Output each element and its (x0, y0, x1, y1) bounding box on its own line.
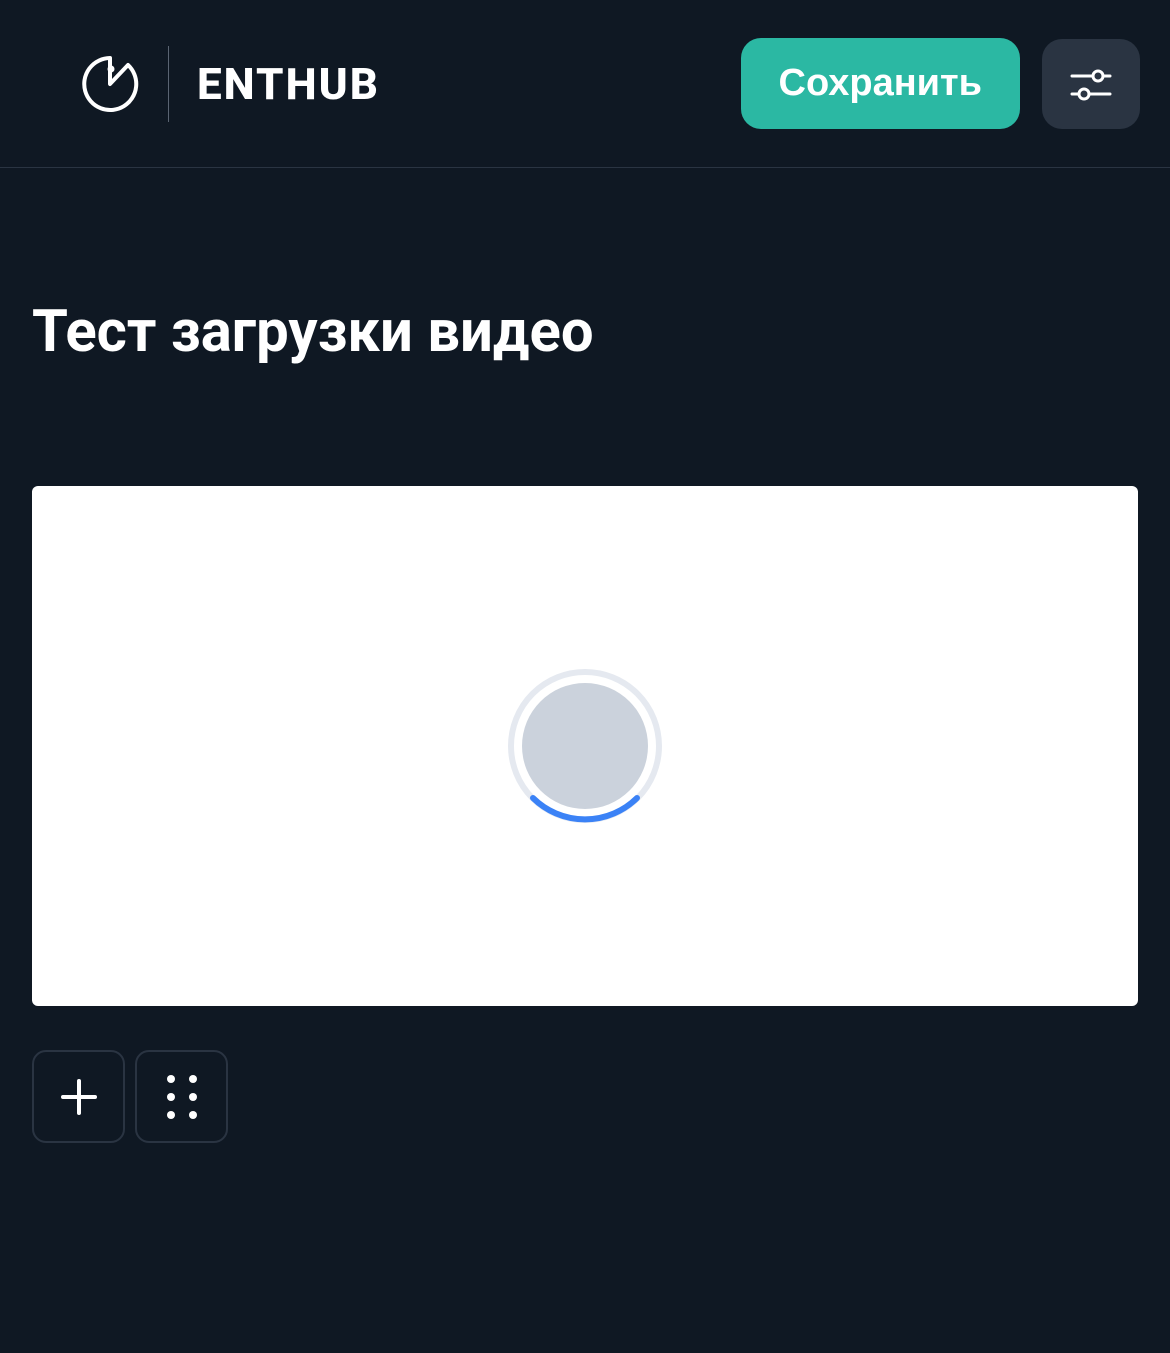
add-button[interactable] (32, 1050, 125, 1143)
spinner-fill (522, 683, 648, 809)
settings-button[interactable] (1042, 39, 1140, 129)
drag-dots-icon (167, 1075, 197, 1119)
header-actions: Сохранить (741, 38, 1140, 129)
logo-divider (168, 46, 169, 122)
logo-container: ENTHUB (80, 46, 380, 122)
save-button[interactable]: Сохранить (741, 38, 1020, 129)
drag-handle-button[interactable] (135, 1050, 228, 1143)
pacman-icon (80, 54, 140, 114)
video-upload-card (32, 486, 1138, 1006)
brand-name: ENTHUB (197, 58, 380, 110)
action-buttons (32, 1050, 1138, 1143)
header: ENTHUB Сохранить (0, 0, 1170, 168)
main-content: Тест загрузки видео (0, 168, 1170, 1143)
plus-icon (61, 1079, 97, 1115)
page-title: Тест загрузки видео (32, 298, 1138, 366)
loading-spinner (507, 668, 663, 824)
sliders-icon (1066, 59, 1116, 109)
